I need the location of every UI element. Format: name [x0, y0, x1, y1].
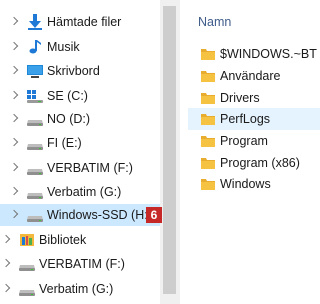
- column-header-name[interactable]: Namn: [198, 15, 231, 29]
- chevron-right-icon[interactable]: [9, 209, 19, 219]
- drive-icon: [26, 135, 44, 151]
- nav-item[interactable]: Windows-SSD (H:): [0, 204, 160, 226]
- folder-row[interactable]: $WINDOWS.~BT: [188, 43, 320, 65]
- chevron-right-icon[interactable]: [9, 65, 19, 75]
- folder-name: PerfLogs: [220, 112, 271, 126]
- nav-item[interactable]: FI (E:): [0, 132, 160, 154]
- folder-row[interactable]: Program (x86): [188, 152, 320, 174]
- chevron-right-icon[interactable]: [1, 234, 11, 244]
- nav-item[interactable]: VERBATIM (F:): [0, 253, 160, 275]
- chevron-right-icon[interactable]: [9, 162, 19, 172]
- nav-item-label: Musik: [47, 40, 80, 54]
- nav-item-label: SE (C:): [47, 89, 88, 103]
- nav-item-label: Verbatim (G:): [47, 185, 122, 199]
- folder-icon: [200, 134, 216, 148]
- nav-item[interactable]: NO (D:): [0, 108, 160, 130]
- folder-icon: [200, 112, 216, 126]
- nav-item-label: Skrivbord: [47, 64, 100, 78]
- chevron-right-icon[interactable]: [9, 16, 19, 26]
- folder-icon: [200, 177, 216, 191]
- desktop-icon: [26, 63, 44, 79]
- nav-item-label: NO (D:): [47, 112, 91, 126]
- folder-name: Program (x86): [220, 156, 300, 170]
- nav-item[interactable]: Skrivbord: [0, 60, 160, 82]
- drive-icon: [26, 184, 44, 200]
- folder-icon: [200, 69, 216, 83]
- nav-item[interactable]: SE (C:): [0, 85, 160, 107]
- nav-item-label: VERBATIM (F:): [47, 161, 133, 175]
- chevron-right-icon[interactable]: [9, 113, 19, 123]
- drive-icon: [26, 111, 44, 127]
- chevron-right-icon[interactable]: [9, 41, 19, 51]
- nav-item[interactable]: Musik: [0, 36, 160, 58]
- scrollbar-thumb[interactable]: [163, 6, 176, 294]
- navigation-pane: Hämtade filer Musik Skrivbord SE (C:) NO (D:…: [0, 0, 160, 304]
- chevron-right-icon[interactable]: [9, 186, 19, 196]
- nav-item[interactable]: Verbatim (G:): [0, 181, 160, 203]
- folder-row[interactable]: Drivers: [188, 87, 320, 109]
- chevron-right-icon[interactable]: [9, 137, 19, 147]
- drive-icon: [26, 160, 44, 176]
- folder-icon: [200, 47, 216, 61]
- drive-icon: [18, 281, 36, 297]
- download-icon: [26, 14, 44, 30]
- folder-row[interactable]: Windows: [188, 173, 320, 195]
- chevron-right-icon[interactable]: [9, 90, 19, 100]
- windows-drive-icon: [26, 88, 44, 104]
- nav-item-label: Verbatim (G:): [39, 282, 114, 296]
- step-badge: 6: [146, 207, 162, 223]
- folder-name: Användare: [220, 69, 281, 83]
- folder-name: Windows: [220, 177, 271, 191]
- folder-name: Program: [220, 134, 268, 148]
- nav-item[interactable]: Bibliotek: [0, 229, 160, 251]
- library-icon: [18, 232, 36, 248]
- nav-item[interactable]: Verbatim (G:): [0, 278, 160, 300]
- nav-item-label: Hämtade filer: [47, 15, 122, 29]
- nav-item-label: FI (E:): [47, 136, 82, 150]
- drive-icon: [26, 207, 44, 223]
- drive-icon: [18, 256, 36, 272]
- nav-item-label: VERBATIM (F:): [39, 257, 125, 271]
- file-list-pane: Namn $WINDOWS.~BT Användare Drivers PerfLog…: [180, 0, 320, 304]
- folder-name: $WINDOWS.~BT: [220, 47, 317, 61]
- folder-icon: [200, 91, 216, 105]
- chevron-right-icon[interactable]: [1, 258, 11, 268]
- chevron-right-icon[interactable]: [1, 283, 11, 293]
- nav-item[interactable]: VERBATIM (F:): [0, 157, 160, 179]
- nav-item[interactable]: Hämtade filer: [0, 11, 160, 33]
- nav-item-label: Windows-SSD (H:): [47, 208, 152, 222]
- folder-row[interactable]: Användare: [188, 65, 320, 87]
- music-icon: [26, 39, 44, 55]
- folder-row[interactable]: PerfLogs: [188, 108, 320, 130]
- folder-name: Drivers: [220, 91, 260, 105]
- folder-row[interactable]: Program: [188, 130, 320, 152]
- folder-icon: [200, 156, 216, 170]
- nav-item-label: Bibliotek: [39, 233, 87, 247]
